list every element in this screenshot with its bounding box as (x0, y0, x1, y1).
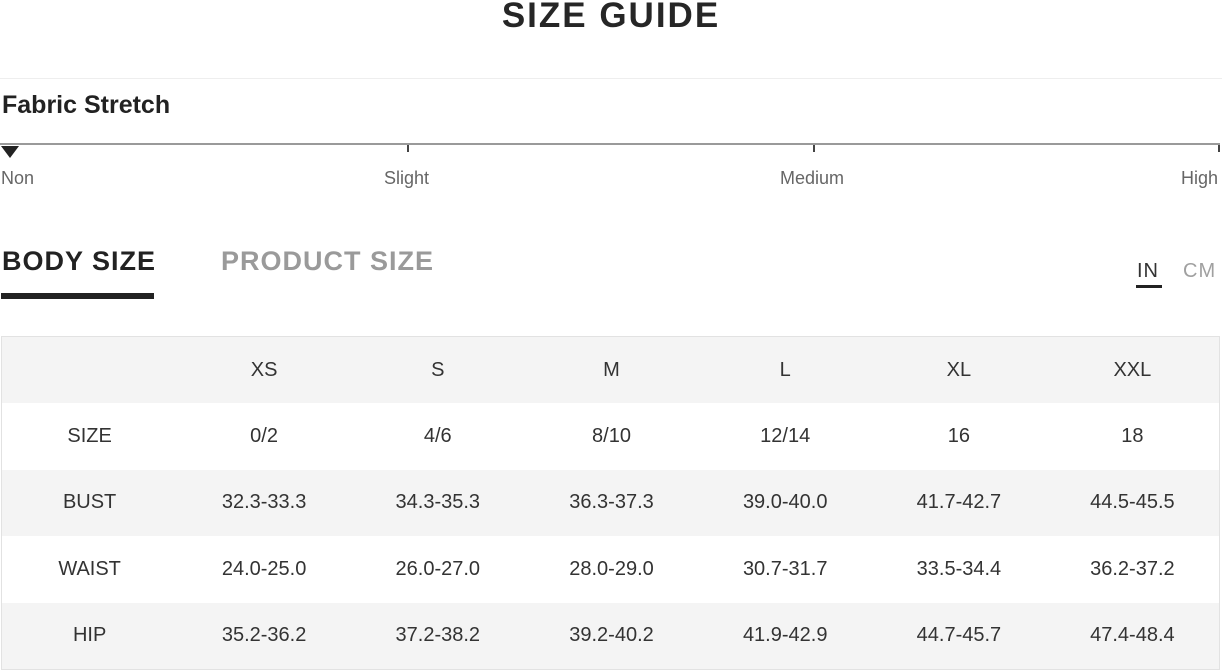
table-cell: 34.3-35.3 (350, 469, 525, 536)
table-cell: 47.4-48.4 (1045, 602, 1220, 669)
table-header-cell (1, 336, 178, 403)
row-label-cell: SIZE (67, 424, 112, 447)
table-cell: 0/2 (250, 424, 278, 447)
table-cell: 36.3-37.3 (524, 469, 699, 536)
stretch-label-high: High (1181, 168, 1219, 188)
table-row: BUST 32.3-33.3 34.3-35.3 36.3-37.3 39.0-… (1, 469, 1220, 536)
table-row: SIZE 0/2 4/6 8/10 12/14 16 18 (2, 403, 1220, 470)
table-cell: 36.2-37.2 (1090, 557, 1175, 580)
unit-toggle-in[interactable]: IN (1137, 259, 1159, 283)
table-cell: 32.3-33.3 (177, 469, 351, 536)
table-cell: 28.0-29.0 (569, 557, 654, 580)
table-cell: 41.9-42.9 (698, 602, 873, 669)
table-cell: 39.0-40.0 (698, 469, 873, 536)
table-row: HIP 35.2-36.2 37.2-38.2 39.2-40.2 41.9-4… (1, 602, 1220, 669)
page-title: SIZE GUIDE (501, 0, 721, 35)
active-tab-indicator (1, 293, 154, 299)
table-cell: 37.2-38.2 (350, 602, 525, 669)
unit-toggle-cm[interactable]: CM (1183, 259, 1216, 283)
table-row: WAIST 24.0-25.0 26.0-27.0 28.0-29.0 30.7… (2, 536, 1220, 603)
stretch-tick-high (1218, 145, 1220, 152)
table-cell: 35.2-36.2 (177, 602, 351, 669)
table-cell: 30.7-31.7 (742, 557, 828, 580)
table-header-cell: XL (872, 336, 1046, 403)
table-header-cell: XXL (1045, 336, 1220, 403)
row-label-cell: WAIST (58, 557, 121, 580)
stretch-tick-slight (407, 145, 409, 152)
stretch-label-medium: Medium (780, 168, 845, 188)
size-chart-table: XS S M L XL XXL SIZE 0/2 4/6 8/10 12/14 … (1, 336, 1220, 670)
table-cell: 16 (947, 424, 971, 447)
stretch-label-non: Non (1, 168, 35, 188)
row-label-cell: HIP (1, 602, 178, 669)
table-cell: 44.7-45.7 (872, 602, 1046, 669)
table-header-cell: S (350, 336, 525, 403)
table-cell: 12/14 (760, 424, 811, 447)
table-cell: 8/10 (592, 424, 631, 447)
stretch-marker-triangle-icon (1, 146, 19, 158)
table-header-cell: L (698, 336, 873, 403)
table-cell: 26.0-27.0 (395, 557, 481, 580)
tab-body-size[interactable]: BODY SIZE (2, 245, 156, 277)
table-header-cell: XS (177, 336, 351, 403)
stretch-tick-medium (813, 145, 815, 152)
tab-product-size[interactable]: PRODUCT SIZE (221, 245, 434, 277)
fabric-stretch-heading: Fabric Stretch (2, 91, 171, 119)
active-unit-indicator (1136, 285, 1162, 288)
table-cell: 41.7-42.7 (872, 469, 1046, 536)
table-cell: 33.5-34.4 (916, 557, 1002, 580)
table-cell: 18 (1121, 424, 1144, 447)
header-divider (0, 78, 1222, 79)
stretch-scale-line (0, 143, 1220, 145)
table-cell: 24.0-25.0 (221, 557, 307, 580)
row-label-cell: BUST (1, 469, 178, 536)
table-header-row: XS S M L XL XXL (1, 336, 1220, 403)
table-cell: 44.5-45.5 (1045, 469, 1220, 536)
table-cell: 4/6 (423, 424, 452, 447)
stretch-label-slight: Slight (384, 168, 430, 188)
table-cell: 39.2-40.2 (524, 602, 699, 669)
table-header-cell: M (524, 336, 699, 403)
